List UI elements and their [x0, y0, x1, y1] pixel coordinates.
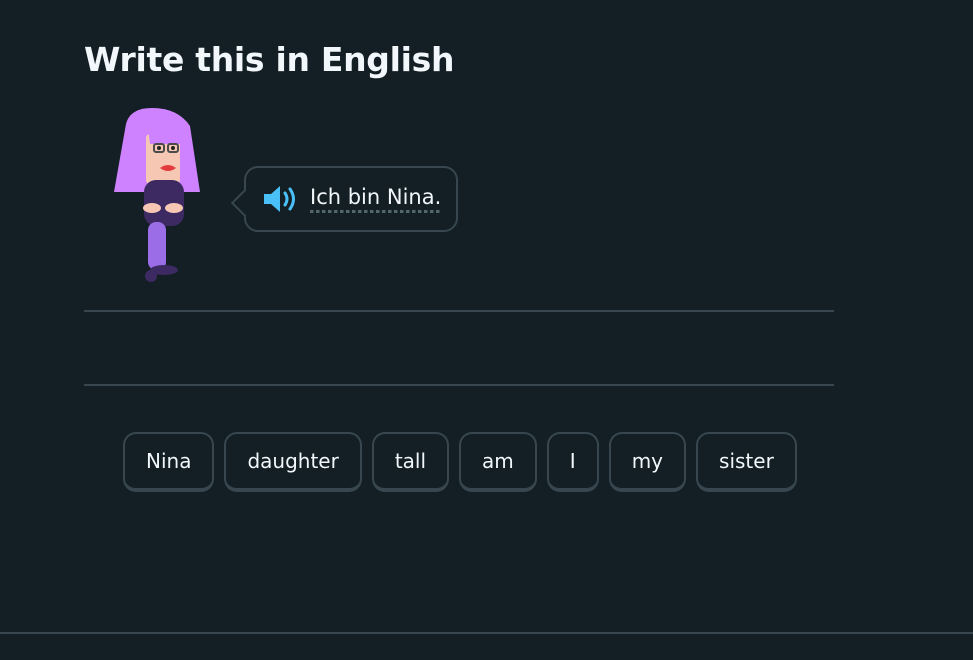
speaker-icon[interactable] [262, 183, 300, 215]
speech-bubble: Ich bin Nina. [230, 166, 458, 232]
word-tile-my[interactable]: my [608, 432, 687, 492]
word-tile-tall[interactable]: tall [371, 432, 450, 492]
word-bank: Nina daughter tall am I my sister [123, 432, 797, 492]
answer-line-top [84, 310, 834, 312]
speech-bubble-tail [230, 188, 260, 218]
word-tile-am[interactable]: am [459, 432, 537, 492]
footer-divider [0, 632, 973, 634]
lesson-page: Write this in English Ich bin Nina. Nina… [0, 0, 973, 660]
word-tile-i[interactable]: I [546, 432, 599, 492]
word-tile-nina[interactable]: Nina [123, 432, 215, 492]
challenge-title: Write this in English [84, 40, 455, 79]
character-illustration [104, 104, 208, 286]
prompt-sentence[interactable]: Ich bin Nina. [310, 185, 442, 213]
word-tile-sister[interactable]: sister [696, 432, 797, 492]
word-tile-daughter[interactable]: daughter [224, 432, 362, 492]
answer-line-bottom [84, 384, 834, 386]
